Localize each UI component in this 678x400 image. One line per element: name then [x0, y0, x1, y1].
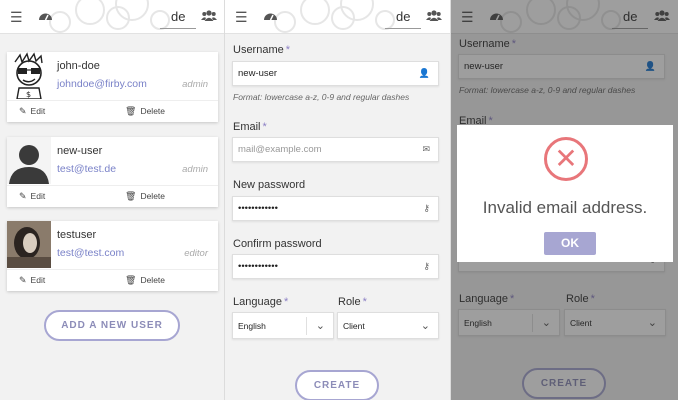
language-select[interactable]: English ⌄ [232, 312, 334, 339]
role-label: Role * [338, 296, 367, 308]
user-role: admin [182, 79, 208, 90]
edit-button[interactable]: ✎ Edit [19, 191, 45, 202]
language-switch[interactable]: de [171, 9, 185, 24]
language-underline [160, 28, 196, 29]
username-hint: Format: lowercase a-z, 0-9 and regular d… [233, 92, 410, 102]
top-bar: ☰ de [0, 0, 224, 34]
key-icon: ⚷ [423, 203, 430, 213]
user-card[interactable]: testuser test@test.com editor ✎ Edit 🗑 Del… [7, 221, 218, 291]
language-value: English [238, 321, 266, 331]
error-dialog: ✕ Invalid email address. OK [457, 125, 673, 262]
user-role: admin [182, 164, 208, 175]
username-label-text: Username [233, 44, 284, 56]
edit-label: Edit [30, 106, 46, 116]
menu-icon[interactable]: ☰ [10, 9, 23, 25]
delete-label: Delete [140, 275, 166, 285]
delete-label: Delete [140, 106, 166, 116]
trash-icon: 🗑 [125, 191, 137, 201]
email-placeholder: mail@example.com [238, 144, 322, 155]
add-user-button[interactable]: ADD A NEW USER [44, 310, 180, 341]
new-password-label: New password [233, 179, 306, 191]
card-actions: ✎ Edit 🗑 Delete [7, 185, 218, 207]
user-role: editor [184, 248, 208, 259]
users-icon[interactable] [201, 9, 217, 25]
required-mark: * [262, 121, 267, 133]
pencil-icon: ✎ [19, 191, 27, 201]
role-select[interactable]: Client ⌄ [337, 312, 439, 339]
svg-text:$: $ [26, 90, 31, 99]
language-label: Language * [233, 296, 288, 308]
new-password-field[interactable]: •••••••••••• ⚷ [232, 196, 439, 221]
required-mark: * [362, 296, 367, 308]
trash-icon: 🗑 [125, 106, 137, 116]
user-name: john-doe [57, 60, 100, 72]
select-divider [306, 317, 307, 335]
required-mark: * [283, 296, 289, 308]
dashboard-icon[interactable] [38, 9, 53, 25]
pencil-icon: ✎ [19, 106, 27, 116]
chevron-down-icon: ⌄ [420, 320, 430, 332]
email-label: Email * [233, 121, 267, 133]
language-label-text: Language [233, 296, 282, 308]
trash-icon: 🗑 [125, 275, 137, 285]
username-value: new-user [238, 68, 278, 79]
menu-icon[interactable]: ☰ [235, 9, 248, 25]
user-email: test@test.com [57, 247, 125, 259]
confirm-password-value: •••••••••••• [238, 261, 278, 272]
ok-button[interactable]: OK [544, 232, 596, 255]
screens: ☰ de $ john-doe johndoe@firby.com admin … [0, 0, 678, 400]
dashboard-icon[interactable] [263, 9, 278, 25]
username-field[interactable]: new-user 👤 [232, 61, 439, 86]
chevron-down-icon: ⌄ [315, 320, 325, 332]
card-actions: ✎ Edit 🗑 Delete [7, 100, 218, 122]
user-name: new-user [57, 145, 103, 157]
user-card[interactable]: new-user test@test.de admin ✎ Edit 🗑 Delet… [7, 137, 218, 207]
email-label-text: Email [233, 121, 261, 133]
delete-button[interactable]: 🗑 Delete [125, 275, 165, 286]
error-message: Invalid email address. [482, 198, 648, 217]
card-actions: ✎ Edit 🗑 Delete [7, 269, 218, 291]
user-icon: 👤 [418, 68, 430, 78]
confirm-password-field[interactable]: •••••••••••• ⚷ [232, 254, 439, 279]
avatar [7, 137, 51, 184]
new-password-value: •••••••••••• [238, 203, 278, 214]
role-label-text: Role [338, 296, 361, 308]
top-bar: ☰ de [225, 0, 450, 34]
user-email: johndoe@firby.com [57, 78, 147, 90]
error-x-icon: ✕ [544, 137, 588, 181]
confirm-password-label: Confirm password [233, 238, 322, 250]
new-user-form-screen: ☰ de Username * new-user 👤 Format: lowerc… [225, 0, 451, 400]
edit-button[interactable]: ✎ Edit [19, 106, 45, 117]
email-field[interactable]: mail@example.com ✉ [232, 137, 439, 162]
delete-button[interactable]: 🗑 Delete [125, 106, 165, 117]
envelope-icon: ✉ [422, 144, 430, 154]
avatar [7, 221, 51, 268]
user-email: test@test.de [57, 163, 117, 175]
required-mark: * [285, 44, 291, 56]
user-list-screen: ☰ de $ john-doe johndoe@firby.com admin … [0, 0, 225, 400]
user-name: testuser [57, 229, 97, 241]
create-button[interactable]: CREATE [295, 370, 379, 400]
role-value: Client [343, 321, 365, 331]
error-dialog-screen: ☰ de Username * new-user 👤 Format: lowerc… [451, 0, 678, 400]
edit-button[interactable]: ✎ Edit [19, 275, 45, 286]
username-label: Username * [233, 44, 290, 56]
language-underline [385, 28, 421, 29]
edit-label: Edit [30, 191, 46, 201]
avatar: $ [7, 52, 51, 99]
users-icon[interactable] [426, 9, 442, 25]
delete-label: Delete [140, 191, 166, 201]
key-icon: ⚷ [423, 261, 430, 271]
edit-label: Edit [30, 275, 46, 285]
pencil-icon: ✎ [19, 275, 27, 285]
language-switch[interactable]: de [396, 9, 410, 24]
delete-button[interactable]: 🗑 Delete [125, 191, 165, 202]
user-card[interactable]: $ john-doe johndoe@firby.com admin ✎ Edit… [7, 52, 218, 122]
